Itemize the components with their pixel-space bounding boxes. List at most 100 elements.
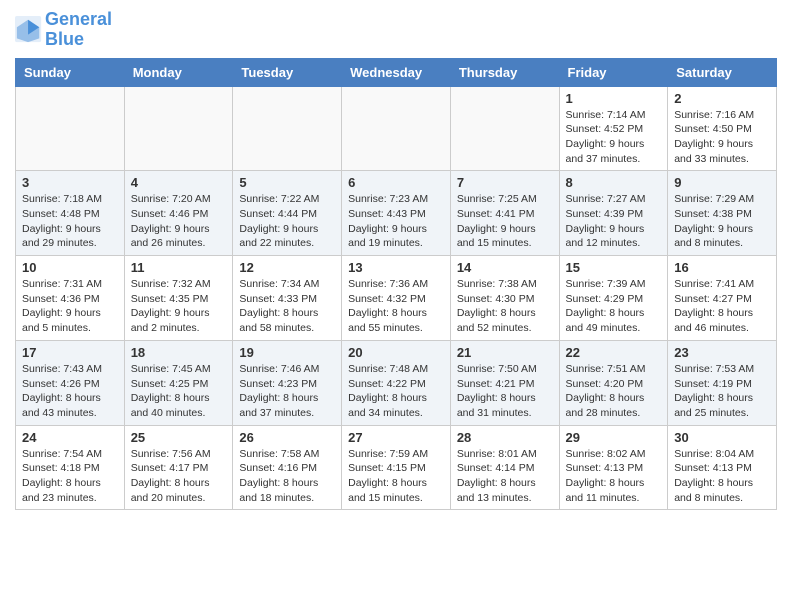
day-info: Sunrise: 7:27 AM Sunset: 4:39 PM Dayligh…	[566, 192, 662, 251]
day-number: 26	[239, 430, 335, 445]
day-info: Sunrise: 7:53 AM Sunset: 4:19 PM Dayligh…	[674, 362, 770, 421]
calendar-table: SundayMondayTuesdayWednesdayThursdayFrid…	[15, 58, 777, 511]
calendar-cell: 22 Sunrise: 7:51 AM Sunset: 4:20 PM Dayli…	[559, 340, 668, 425]
day-info: Sunrise: 8:04 AM Sunset: 4:13 PM Dayligh…	[674, 447, 770, 506]
calendar-cell: 3 Sunrise: 7:18 AM Sunset: 4:48 PM Daylig…	[16, 171, 125, 256]
day-info: Sunrise: 7:58 AM Sunset: 4:16 PM Dayligh…	[239, 447, 335, 506]
day-info: Sunrise: 7:22 AM Sunset: 4:44 PM Dayligh…	[239, 192, 335, 251]
day-number: 10	[22, 260, 118, 275]
day-info: Sunrise: 7:56 AM Sunset: 4:17 PM Dayligh…	[131, 447, 227, 506]
calendar-cell: 18Sunrise: 7:45 AM Sunset: 4:25 PM Dayli…	[124, 340, 233, 425]
page-header: General Blue	[15, 10, 777, 50]
day-number: 9	[674, 175, 770, 190]
calendar-cell: 5 Sunrise: 7:22 AM Sunset: 4:44 PM Daylig…	[233, 171, 342, 256]
day-info: Sunrise: 7:41 AM Sunset: 4:27 PM Dayligh…	[674, 277, 770, 336]
day-info: Sunrise: 7:32 AM Sunset: 4:35 PM Dayligh…	[131, 277, 227, 336]
calendar-cell: 4 Sunrise: 7:20 AM Sunset: 4:46 PM Daylig…	[124, 171, 233, 256]
day-info: Sunrise: 7:20 AM Sunset: 4:46 PM Dayligh…	[131, 192, 227, 251]
weekday-header: Friday	[559, 58, 668, 86]
day-info: Sunrise: 7:23 AM Sunset: 4:43 PM Dayligh…	[348, 192, 444, 251]
day-number: 3	[22, 175, 118, 190]
calendar-cell: 29 Sunrise: 8:02 AM Sunset: 4:13 PM Dayli…	[559, 425, 668, 510]
calendar-week-row: 3 Sunrise: 7:18 AM Sunset: 4:48 PM Daylig…	[16, 171, 777, 256]
day-info: Sunrise: 7:50 AM Sunset: 4:21 PM Dayligh…	[457, 362, 553, 421]
day-number: 11	[131, 260, 227, 275]
day-number: 7	[457, 175, 553, 190]
calendar-cell: 26 Sunrise: 7:58 AM Sunset: 4:16 PM Dayli…	[233, 425, 342, 510]
day-number: 24	[22, 430, 118, 445]
day-info: Sunrise: 7:31 AM Sunset: 4:36 PM Dayligh…	[22, 277, 118, 336]
calendar-cell: 24 Sunrise: 7:54 AM Sunset: 4:18 PM Dayli…	[16, 425, 125, 510]
day-number: 22	[566, 345, 662, 360]
day-number: 8	[566, 175, 662, 190]
calendar-cell	[16, 86, 125, 171]
calendar-cell: 21 Sunrise: 7:50 AM Sunset: 4:21 PM Dayli…	[450, 340, 559, 425]
calendar-cell: 1 Sunrise: 7:14 AM Sunset: 4:52 PM Daylig…	[559, 86, 668, 171]
calendar-cell: 8 Sunrise: 7:27 AM Sunset: 4:39 PM Daylig…	[559, 171, 668, 256]
day-info: Sunrise: 7:34 AM Sunset: 4:33 PM Dayligh…	[239, 277, 335, 336]
weekday-header: Monday	[124, 58, 233, 86]
calendar-cell: 14 Sunrise: 7:38 AM Sunset: 4:30 PM Dayli…	[450, 256, 559, 341]
page-container: General Blue SundayMondayTuesdayWednesda…	[0, 0, 792, 520]
day-number: 23	[674, 345, 770, 360]
calendar-cell	[233, 86, 342, 171]
logo-icon	[15, 16, 43, 44]
day-info: Sunrise: 7:59 AM Sunset: 4:15 PM Dayligh…	[348, 447, 444, 506]
day-number: 25	[131, 430, 227, 445]
day-info: Sunrise: 7:48 AM Sunset: 4:22 PM Dayligh…	[348, 362, 444, 421]
calendar-cell: 23 Sunrise: 7:53 AM Sunset: 4:19 PM Dayli…	[668, 340, 777, 425]
logo-text: General Blue	[45, 10, 112, 50]
day-number: 29	[566, 430, 662, 445]
calendar-cell: 30Sunrise: 8:04 AM Sunset: 4:13 PM Dayli…	[668, 425, 777, 510]
weekday-header: Saturday	[668, 58, 777, 86]
calendar-cell: 12 Sunrise: 7:34 AM Sunset: 4:33 PM Dayli…	[233, 256, 342, 341]
calendar-cell: 28 Sunrise: 8:01 AM Sunset: 4:14 PM Dayli…	[450, 425, 559, 510]
day-number: 1	[566, 91, 662, 106]
calendar-cell: 2Sunrise: 7:16 AM Sunset: 4:50 PM Daylig…	[668, 86, 777, 171]
calendar-cell: 19 Sunrise: 7:46 AM Sunset: 4:23 PM Dayli…	[233, 340, 342, 425]
day-info: Sunrise: 7:46 AM Sunset: 4:23 PM Dayligh…	[239, 362, 335, 421]
weekday-header: Wednesday	[342, 58, 451, 86]
calendar-cell: 20 Sunrise: 7:48 AM Sunset: 4:22 PM Dayli…	[342, 340, 451, 425]
calendar-cell	[342, 86, 451, 171]
day-info: Sunrise: 7:43 AM Sunset: 4:26 PM Dayligh…	[22, 362, 118, 421]
day-number: 5	[239, 175, 335, 190]
day-info: Sunrise: 7:18 AM Sunset: 4:48 PM Dayligh…	[22, 192, 118, 251]
weekday-header-row: SundayMondayTuesdayWednesdayThursdayFrid…	[16, 58, 777, 86]
day-number: 18	[131, 345, 227, 360]
day-number: 15	[566, 260, 662, 275]
weekday-header: Tuesday	[233, 58, 342, 86]
day-number: 19	[239, 345, 335, 360]
day-number: 6	[348, 175, 444, 190]
calendar-cell: 15 Sunrise: 7:39 AM Sunset: 4:29 PM Dayli…	[559, 256, 668, 341]
day-number: 17	[22, 345, 118, 360]
day-info: Sunrise: 7:39 AM Sunset: 4:29 PM Dayligh…	[566, 277, 662, 336]
calendar-week-row: 24 Sunrise: 7:54 AM Sunset: 4:18 PM Dayli…	[16, 425, 777, 510]
calendar-week-row: 17 Sunrise: 7:43 AM Sunset: 4:26 PM Dayli…	[16, 340, 777, 425]
day-info: Sunrise: 8:01 AM Sunset: 4:14 PM Dayligh…	[457, 447, 553, 506]
calendar-cell: 7Sunrise: 7:25 AM Sunset: 4:41 PM Daylig…	[450, 171, 559, 256]
day-number: 16	[674, 260, 770, 275]
day-info: Sunrise: 7:14 AM Sunset: 4:52 PM Dayligh…	[566, 108, 662, 167]
calendar-cell: 27Sunrise: 7:59 AM Sunset: 4:15 PM Dayli…	[342, 425, 451, 510]
day-info: Sunrise: 7:51 AM Sunset: 4:20 PM Dayligh…	[566, 362, 662, 421]
day-number: 14	[457, 260, 553, 275]
calendar-cell	[450, 86, 559, 171]
day-number: 21	[457, 345, 553, 360]
calendar-week-row: 1 Sunrise: 7:14 AM Sunset: 4:52 PM Daylig…	[16, 86, 777, 171]
day-number: 28	[457, 430, 553, 445]
day-info: Sunrise: 7:54 AM Sunset: 4:18 PM Dayligh…	[22, 447, 118, 506]
calendar-cell: 25 Sunrise: 7:56 AM Sunset: 4:17 PM Dayli…	[124, 425, 233, 510]
day-number: 2	[674, 91, 770, 106]
calendar-cell: 11 Sunrise: 7:32 AM Sunset: 4:35 PM Dayli…	[124, 256, 233, 341]
day-number: 4	[131, 175, 227, 190]
day-info: Sunrise: 7:36 AM Sunset: 4:32 PM Dayligh…	[348, 277, 444, 336]
weekday-header: Thursday	[450, 58, 559, 86]
day-number: 12	[239, 260, 335, 275]
day-number: 20	[348, 345, 444, 360]
day-info: Sunrise: 7:38 AM Sunset: 4:30 PM Dayligh…	[457, 277, 553, 336]
calendar-cell	[124, 86, 233, 171]
day-info: Sunrise: 8:02 AM Sunset: 4:13 PM Dayligh…	[566, 447, 662, 506]
day-info: Sunrise: 7:29 AM Sunset: 4:38 PM Dayligh…	[674, 192, 770, 251]
calendar-cell: 16 Sunrise: 7:41 AM Sunset: 4:27 PM Dayli…	[668, 256, 777, 341]
